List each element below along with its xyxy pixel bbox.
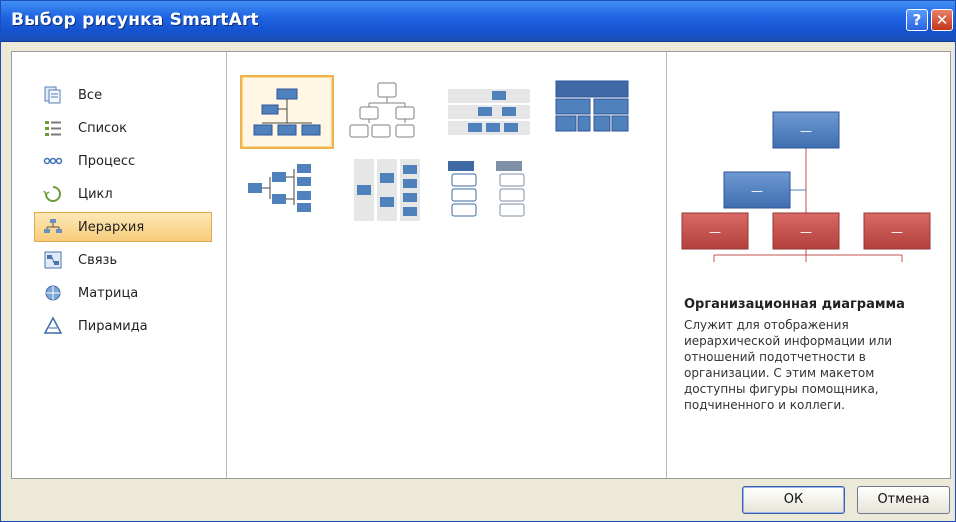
category-pane: Все Список Процесс Цикл Иерархия Связь М…	[12, 52, 227, 478]
preview-description: Служит для отображения иерархической инф…	[684, 317, 939, 413]
category-item-process[interactable]: Процесс	[34, 146, 212, 176]
organization-chart-icon	[253, 88, 321, 136]
cancel-button[interactable]: Отмена	[857, 486, 950, 514]
horizontal-hierarchy-icon	[248, 164, 311, 212]
list-icon	[42, 117, 64, 139]
hierarchy-list-icon	[448, 161, 525, 217]
dialog-title: Выбор рисунка SmartArt	[11, 10, 259, 30]
category-label: Связь	[78, 252, 118, 268]
subordinate-shape-text-2: —	[800, 225, 812, 239]
description-line: доступны фигуры помощника,	[684, 382, 879, 396]
category-item-pyramid[interactable]: Пирамида	[34, 311, 212, 341]
category-item-list[interactable]: Список	[34, 113, 212, 143]
all-icon	[42, 84, 64, 106]
top-shape-text: —	[800, 124, 812, 138]
horizontal-labeled-hierarchy-icon	[354, 159, 420, 221]
relationship-icon	[42, 249, 64, 271]
category-label: Все	[78, 87, 103, 103]
category-item-cycle[interactable]: Цикл	[34, 179, 212, 209]
close-button[interactable]: ✕	[931, 9, 953, 31]
category-label: Список	[78, 120, 127, 136]
cycle-icon	[42, 183, 64, 205]
description-line: подчиненного и коллеги.	[684, 398, 845, 412]
dialog-body: Все Список Процесс Цикл Иерархия Связь М…	[11, 51, 951, 479]
category-label: Цикл	[78, 186, 113, 202]
subordinate-shape-text-3: —	[891, 225, 903, 239]
labeled-hierarchy-icon	[448, 89, 530, 135]
preview-pane: — — — — — Организационная диаграмма Служ…	[666, 52, 950, 478]
process-icon	[42, 150, 64, 172]
description-line: отношений подотчетности в	[684, 350, 866, 364]
description-line: иерархической информации или	[684, 334, 893, 348]
category-label: Матрица	[78, 285, 139, 301]
category-label: Пирамида	[78, 318, 148, 334]
layout-organization-chart[interactable]	[240, 75, 334, 149]
layout-hierarchy[interactable]	[342, 75, 436, 149]
table-hierarchy-icon	[555, 80, 629, 132]
category-label: Иерархия	[78, 219, 145, 235]
layout-horizontal-labeled-hierarchy[interactable]	[342, 155, 436, 229]
category-item-all[interactable]: Все	[34, 80, 212, 110]
preview-title: Организационная диаграмма	[684, 297, 905, 312]
layout-horizontal-hierarchy[interactable]	[240, 155, 334, 229]
smartart-dialog: Выбор рисунка SmartArt ? ✕ Все Список Пр…	[0, 0, 956, 522]
category-item-matrix[interactable]: Матрица	[34, 278, 212, 308]
category-label: Процесс	[78, 153, 136, 169]
title-bar[interactable]: Выбор рисунка SmartArt ? ✕	[1, 1, 955, 42]
subordinate-shape-text-1: —	[709, 225, 721, 239]
category-list: Все Список Процесс Цикл Иерархия Связь М…	[34, 80, 212, 344]
layout-table-hierarchy[interactable]	[546, 75, 640, 149]
category-item-hierarchy[interactable]: Иерархия	[34, 212, 212, 242]
hierarchy-outline-icon	[349, 82, 415, 138]
matrix-icon	[42, 282, 64, 304]
ok-button[interactable]: ОК	[742, 486, 845, 514]
layout-gallery	[226, 52, 667, 478]
assistant-shape-text: —	[751, 184, 763, 198]
description-line: Служит для отображения	[684, 318, 849, 332]
pyramid-icon	[42, 315, 64, 337]
description-line: организации. С этим макетом	[684, 366, 875, 380]
layout-labeled-hierarchy[interactable]	[444, 75, 538, 149]
hierarchy-icon	[42, 216, 64, 238]
help-button[interactable]: ?	[906, 9, 928, 31]
layout-hierarchy-list[interactable]	[444, 155, 538, 229]
category-item-relationship[interactable]: Связь	[34, 245, 212, 275]
organization-chart-preview: — — — — —	[681, 111, 931, 262]
